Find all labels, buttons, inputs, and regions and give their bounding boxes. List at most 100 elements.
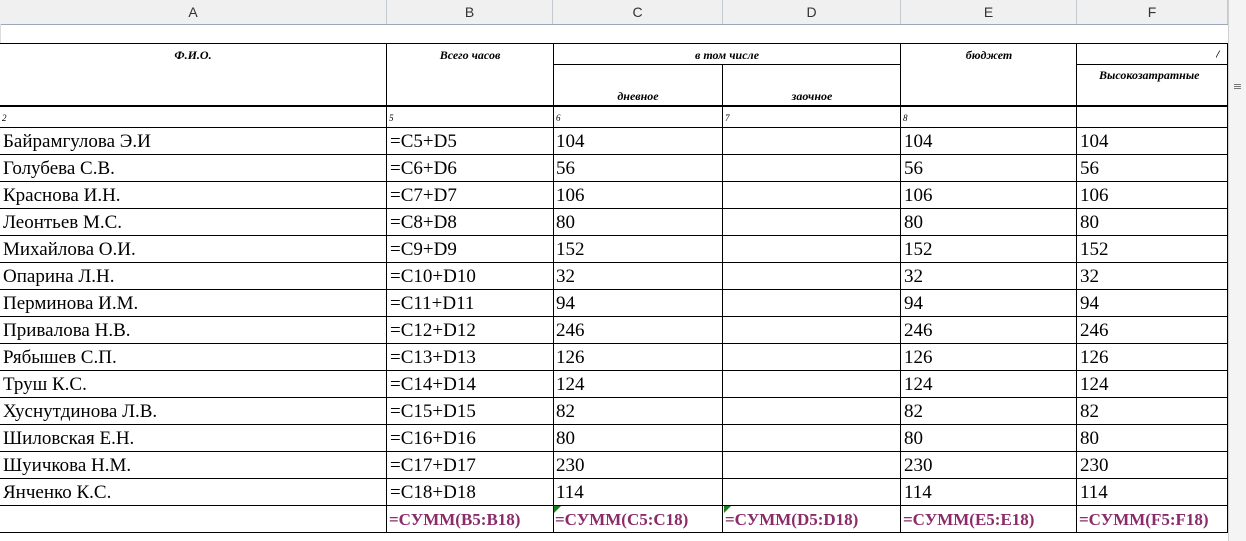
cell-correspondence[interactable] <box>723 211 900 235</box>
cell-high-cost[interactable]: 80 <box>1077 211 1227 235</box>
cell-total-formula[interactable]: =C7+D7 <box>387 184 552 208</box>
cell-high-cost[interactable]: 32 <box>1077 265 1227 289</box>
cell-day[interactable]: 106 <box>553 184 722 208</box>
cell-total-formula[interactable]: =C11+D11 <box>387 292 552 316</box>
cell-budget[interactable]: 106 <box>901 184 1076 208</box>
sum-formula-cell[interactable]: =СУММ(F5:F18) <box>1077 509 1227 531</box>
cell-total-formula[interactable]: =C8+D8 <box>387 211 552 235</box>
cell-high-cost[interactable]: 82 <box>1077 400 1227 424</box>
cell-total-formula[interactable]: =C12+D12 <box>387 319 552 343</box>
cell-name[interactable]: Янченко К.С. <box>0 481 386 505</box>
cell-high-cost[interactable]: 80 <box>1077 427 1227 451</box>
cell-correspondence[interactable] <box>723 319 900 343</box>
cell-correspondence[interactable] <box>723 427 900 451</box>
cell-day[interactable]: 124 <box>553 373 722 397</box>
cell-budget[interactable]: 104 <box>901 130 1076 154</box>
cell-high-cost[interactable]: 56 <box>1077 157 1227 181</box>
cell-budget[interactable]: 230 <box>901 454 1076 478</box>
cell-name[interactable]: Шиловская Е.Н. <box>0 427 386 451</box>
cell-name[interactable]: Байрамгулова Э.И <box>0 130 386 154</box>
cell-name[interactable]: Михайлова О.И. <box>0 238 386 262</box>
cell-budget[interactable]: 56 <box>901 157 1076 181</box>
column-header-b[interactable]: B <box>387 0 553 24</box>
cell-high-cost[interactable]: 106 <box>1077 184 1227 208</box>
cell-total-formula[interactable]: =C5+D5 <box>387 130 552 154</box>
cell-high-cost[interactable]: 246 <box>1077 319 1227 343</box>
cell-total-formula[interactable]: =C16+D16 <box>387 427 552 451</box>
cell-name[interactable]: Краснова И.Н. <box>0 184 386 208</box>
cell-correspondence[interactable] <box>723 157 900 181</box>
column-header-f[interactable]: F <box>1077 0 1228 24</box>
cell-budget[interactable]: 80 <box>901 427 1076 451</box>
cell-day[interactable]: 126 <box>553 346 722 370</box>
column-header-a[interactable]: A <box>0 0 387 24</box>
cell-correspondence[interactable] <box>723 265 900 289</box>
column-header-c[interactable]: C <box>553 0 723 24</box>
cell-name[interactable]: Леонтьев М.С. <box>0 211 386 235</box>
cell-total-formula[interactable]: =C17+D17 <box>387 454 552 478</box>
cell-total-formula[interactable]: =C13+D13 <box>387 346 552 370</box>
cell-name[interactable]: Перминова И.М. <box>0 292 386 316</box>
cell-budget[interactable]: 152 <box>901 238 1076 262</box>
cell-day[interactable]: 246 <box>553 319 722 343</box>
cell-budget[interactable]: 82 <box>901 400 1076 424</box>
cell-day[interactable]: 80 <box>553 211 722 235</box>
sum-formula-cell[interactable]: =СУММ(C5:C18) <box>553 509 722 531</box>
cell-high-cost[interactable]: 230 <box>1077 454 1227 478</box>
cell-high-cost[interactable]: 126 <box>1077 346 1227 370</box>
cell-high-cost[interactable]: 94 <box>1077 292 1227 316</box>
cell-budget[interactable]: 114 <box>901 481 1076 505</box>
cell-budget[interactable]: 126 <box>901 346 1076 370</box>
cell-name[interactable]: Хуснутдинова Л.В. <box>0 400 386 424</box>
cell-budget[interactable]: 124 <box>901 373 1076 397</box>
sum-formula-cell[interactable]: =СУММ(D5:D18) <box>723 509 900 531</box>
cell-correspondence[interactable] <box>723 184 900 208</box>
cell-total-formula[interactable]: =C10+D10 <box>387 265 552 289</box>
cell-high-cost[interactable]: 152 <box>1077 238 1227 262</box>
sum-formula-cell[interactable] <box>0 509 386 531</box>
sum-formula-cell[interactable]: =СУММ(E5:E18) <box>901 509 1076 531</box>
header-fio: Ф.И.О. <box>174 48 212 62</box>
cell-budget[interactable]: 80 <box>901 211 1076 235</box>
cell-day[interactable]: 56 <box>553 157 722 181</box>
cell-high-cost[interactable]: 114 <box>1077 481 1227 505</box>
cell-total-formula[interactable]: =C9+D9 <box>387 238 552 262</box>
cell-name[interactable]: Привалова Н.В. <box>0 319 386 343</box>
cell-day[interactable]: 32 <box>553 265 722 289</box>
cell-correspondence[interactable] <box>723 346 900 370</box>
cell-correspondence[interactable] <box>723 481 900 505</box>
cell-day[interactable]: 114 <box>553 481 722 505</box>
cell-correspondence[interactable] <box>723 373 900 397</box>
column-header-e[interactable]: E <box>901 0 1077 24</box>
cell-day[interactable]: 80 <box>553 427 722 451</box>
cell-budget[interactable]: 32 <box>901 265 1076 289</box>
cell-high-cost[interactable]: 124 <box>1077 373 1227 397</box>
cell-name[interactable]: Голубева С.В. <box>0 157 386 181</box>
cell-name[interactable]: Труш К.С. <box>0 373 386 397</box>
header-day: дневное <box>617 89 659 103</box>
cell-correspondence[interactable] <box>723 130 900 154</box>
cell-total-formula[interactable]: =C14+D14 <box>387 373 552 397</box>
cell-name[interactable]: Рябышев С.П. <box>0 346 386 370</box>
cell-budget[interactable]: 94 <box>901 292 1076 316</box>
cell-day[interactable]: 104 <box>553 130 722 154</box>
vertical-scrollbar[interactable]: ≡ <box>1228 0 1246 541</box>
cell-budget[interactable]: 246 <box>901 319 1076 343</box>
cell-high-cost[interactable]: 104 <box>1077 130 1227 154</box>
column-header-d[interactable]: D <box>723 0 901 24</box>
cell-day[interactable]: 152 <box>553 238 722 262</box>
cell-total-formula[interactable]: =C15+D15 <box>387 400 552 424</box>
cell-correspondence[interactable] <box>723 292 900 316</box>
cell-correspondence[interactable] <box>723 454 900 478</box>
cell-correspondence[interactable] <box>723 400 900 424</box>
cell-name[interactable]: Опарина Л.Н. <box>0 265 386 289</box>
cell-day[interactable]: 94 <box>553 292 722 316</box>
split-lines-icon[interactable]: ≡ <box>1229 80 1246 93</box>
cell-name[interactable]: Шуичкова Н.М. <box>0 454 386 478</box>
cell-correspondence[interactable] <box>723 238 900 262</box>
cell-day[interactable]: 230 <box>553 454 722 478</box>
cell-total-formula[interactable]: =C18+D18 <box>387 481 552 505</box>
cell-total-formula[interactable]: =C6+D6 <box>387 157 552 181</box>
sum-formula-cell[interactable]: =СУММ(B5:B18) <box>387 509 552 531</box>
cell-day[interactable]: 82 <box>553 400 722 424</box>
